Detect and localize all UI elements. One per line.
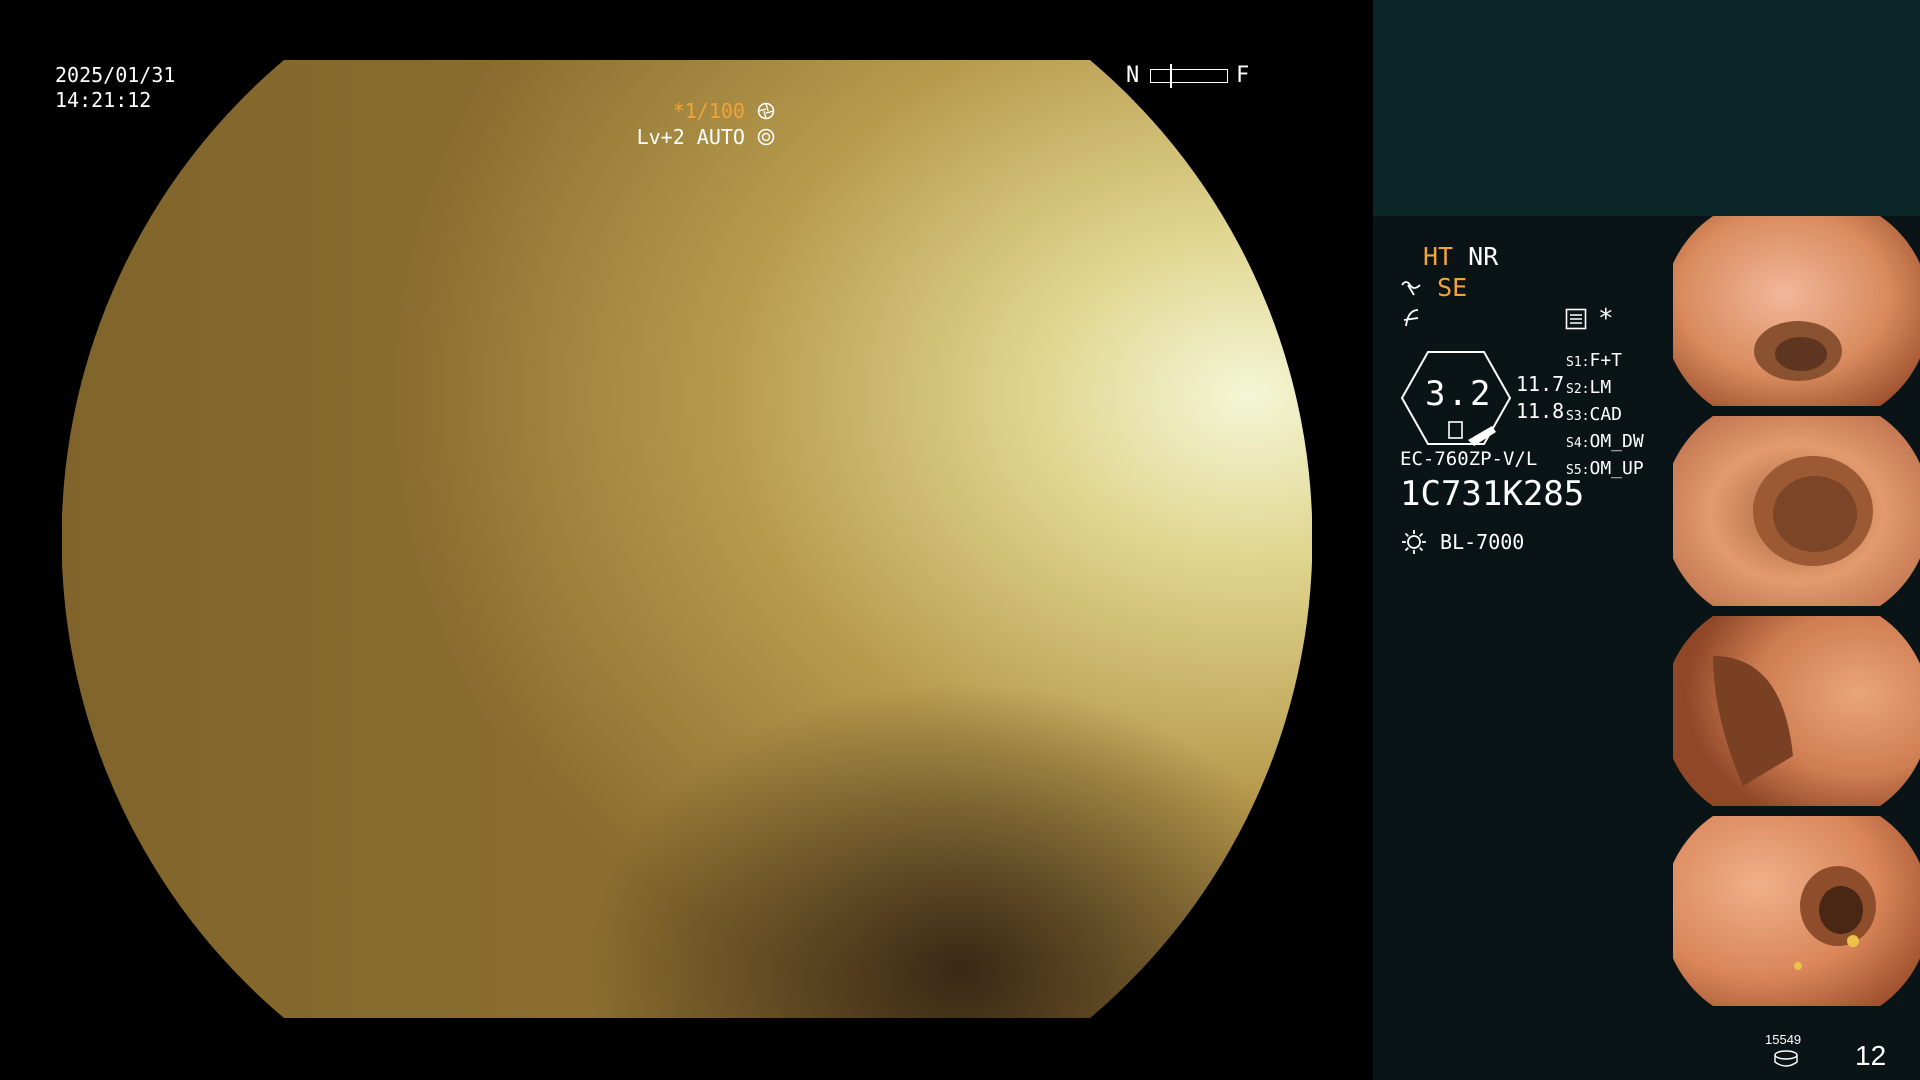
focus-bar — [1150, 69, 1228, 83]
thumbnail-strip — [1673, 216, 1920, 1080]
s-item: S2:LM — [1566, 377, 1612, 398]
thumbnail-3[interactable] — [1673, 616, 1920, 811]
s-item: S3:CAD — [1566, 404, 1622, 425]
endoscope-view: 2025/01/31 14:21:12 N F *1/100 Lv+2 AUTO — [0, 0, 1373, 1080]
frame-count: 15549 — [1765, 1032, 1802, 1047]
se-mode-icon — [1401, 281, 1421, 296]
status-panel: HT NR SE * 3.2 11.7 11.8 S1:F+T S2:LM S3… — [1373, 216, 1673, 1080]
gauge-value-upper: 11.7 — [1516, 372, 1565, 396]
thumbnail-4[interactable] — [1673, 816, 1920, 1011]
endoscope-image — [62, 60, 1312, 1018]
s-key-list: S1:F+T S2:LM S3:CAD S4:OM_DW S5:OM_UP — [1566, 348, 1644, 483]
thumbnail-2[interactable] — [1673, 416, 1920, 611]
freeze-icon — [1403, 309, 1419, 327]
near-far-indicator: N F — [1126, 62, 1252, 90]
lamp-icon — [1402, 530, 1426, 554]
disk-icon — [1774, 1050, 1798, 1067]
mode-row-2: SE — [1400, 273, 1467, 302]
s-item: S1:F+T — [1566, 350, 1622, 371]
thumbnail-1[interactable] — [1673, 216, 1920, 411]
scope-serial: 1C731K285 — [1400, 474, 1585, 514]
date-label: 2025/01/31 — [55, 63, 176, 87]
near-label: N — [1126, 63, 1140, 88]
ht-mode: HT — [1423, 242, 1454, 271]
focus-marker — [1170, 64, 1172, 88]
mode-row-1: HT NR — [1423, 242, 1498, 271]
shutter-speed: *1/100 — [672, 99, 745, 123]
settings-list-icon — [1565, 308, 1587, 330]
gauge-value: 3.2 — [1425, 374, 1493, 414]
time-label: 14:21:12 — [55, 88, 152, 112]
light-source-row: BL-7000 — [1400, 528, 1524, 556]
nr-mode: NR — [1468, 242, 1499, 271]
gauge-value-lower: 11.8 — [1516, 399, 1565, 423]
asterisk-marker: * — [1598, 304, 1614, 334]
aperture-icon — [757, 102, 775, 120]
exposure-readout: *1/100 Lv+2 AUTO — [637, 98, 775, 150]
s-item: S4:OM_DW — [1566, 431, 1644, 452]
far-label: F — [1236, 63, 1250, 88]
side-panel-header — [1373, 0, 1920, 216]
se-mode: SE — [1437, 273, 1468, 302]
scope-model: EC-760ZP-V/L — [1400, 448, 1538, 470]
level-auto: Lv+2 AUTO — [636, 125, 745, 149]
thumbnail-count: 12 — [1855, 1040, 1887, 1071]
iris-icon — [757, 128, 775, 146]
light-source: BL-7000 — [1440, 530, 1525, 554]
